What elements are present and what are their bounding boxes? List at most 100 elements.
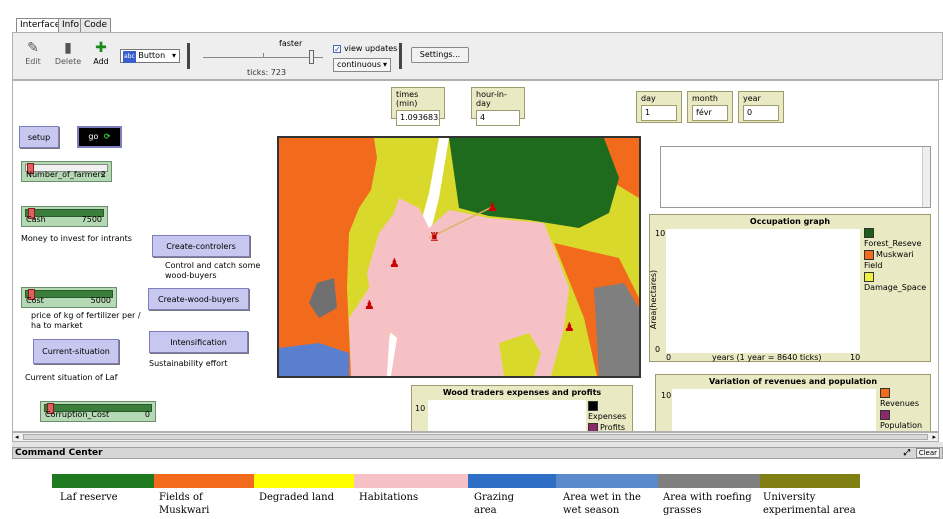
day-monitor: day 1: [636, 91, 682, 123]
legend-swatch: [880, 409, 890, 420]
horizontal-scrollbar[interactable]: ◂ ▸: [12, 432, 939, 442]
cash-slider[interactable]: Cash 7500: [21, 206, 108, 227]
slider-value: 2: [100, 170, 106, 179]
legend-item: Forest_Reseve: [864, 227, 930, 249]
wood-traders-plot: Wood traders expenses and profits 10 Exp…: [411, 385, 633, 432]
world-view[interactable]: ♜ ♟ ♟ ♟ ♟: [277, 136, 641, 378]
plot-area: [666, 229, 860, 353]
legend-swatch: [588, 400, 598, 411]
legend-label-grazing: Grazing area: [474, 492, 515, 516]
setup-button[interactable]: setup: [19, 126, 59, 148]
number-of-farmers-slider[interactable]: Number_of_farmers 2: [21, 161, 112, 182]
slider-value: 7500: [81, 215, 102, 224]
go-label: go: [88, 132, 99, 141]
delete-label: Delete: [54, 57, 82, 66]
update-mode-select[interactable]: continuous ▾: [333, 58, 391, 72]
occupation-graph: Occupation graph 10 0 Area(hectares) 0 y…: [649, 214, 931, 362]
year-monitor: year 0: [738, 91, 784, 123]
slider-label: Corruption_Cost: [45, 410, 110, 419]
legend-label: Population: [880, 421, 923, 430]
controler-agent-icon: ♜: [429, 230, 440, 244]
add-label: Add: [93, 57, 109, 66]
expand-icon[interactable]: ⤢: [904, 448, 910, 458]
slider-value: 0: [144, 410, 150, 419]
update-mode-value: continuous: [337, 60, 381, 69]
intensification-button[interactable]: Intensification: [149, 331, 248, 353]
intensification-note: Sustainability effort: [149, 359, 228, 368]
legend-item: Muskwari Field: [864, 249, 930, 271]
clear-button[interactable]: Clear: [915, 448, 940, 458]
forever-loop-icon: ⟳: [103, 132, 111, 141]
view-updates-label: view updates: [344, 44, 398, 53]
widget-type-select[interactable]: abc Button ▾: [120, 49, 180, 63]
corruption-cost-slider[interactable]: Corruption_Cost 0: [40, 401, 156, 422]
speed-mid-tick: [263, 53, 264, 58]
create-controlers-button[interactable]: Create-controlers: [152, 235, 250, 257]
monitor-value: févr: [692, 105, 728, 121]
edit-button[interactable]: ✎ Edit: [23, 39, 43, 66]
y-max-label: 10: [655, 229, 666, 238]
add-button[interactable]: ✚ Add: [91, 39, 111, 66]
scroll-right-icon[interactable]: ▸: [932, 433, 936, 441]
legend-color-university: [760, 474, 860, 488]
monitor-label: times (min): [396, 90, 419, 108]
trash-icon: ▮: [64, 40, 72, 56]
monitor-label: year: [743, 94, 761, 103]
y-axis-label: Area(hectares): [649, 269, 659, 330]
legend-color-roefing: [658, 474, 760, 488]
plot-title: Wood traders expenses and profits: [442, 388, 602, 397]
monitor-value: 0: [743, 105, 779, 121]
chevron-down-icon: ▾: [382, 60, 387, 69]
legend-label: Damage_Space: [864, 283, 927, 292]
revenue-population-plot: Variation of revenues and population 10 …: [655, 374, 931, 431]
month-monitor: month févr: [687, 91, 733, 123]
legend-label-muskwari: Fields of Muskwari: [159, 492, 210, 516]
create-wood-buyers-button[interactable]: Create-wood-buyers: [148, 288, 249, 310]
legend-label: Profits: [600, 423, 626, 432]
output-area[interactable]: [660, 146, 931, 208]
legend-item: Revenues: [880, 387, 930, 409]
plus-icon: ✚: [95, 40, 107, 56]
monitor-label: hour-in-day: [476, 90, 507, 108]
monitor-label: day: [641, 94, 656, 103]
view-updates-checkbox[interactable]: ✓: [333, 45, 341, 54]
scroll-left-icon[interactable]: ◂: [15, 433, 19, 441]
farmer-agent-icon: ♟: [389, 256, 400, 270]
monitor-value: 1.093683333: [396, 110, 440, 126]
legend-color-habitations: [354, 474, 468, 488]
current-situation-button[interactable]: Current-situation: [33, 339, 119, 364]
farmer-agent-icon: ♟: [364, 298, 375, 312]
legend-label-university: University experimental area: [763, 492, 856, 516]
legend-item: Damage_Space: [864, 271, 930, 293]
toolbar: ✎ Edit ▮ Delete ✚ Add abc Button ▾ faste…: [12, 32, 943, 80]
settings-button[interactable]: Settings...: [411, 47, 469, 63]
monitor-value: 4: [476, 110, 520, 126]
legend-color-grazing: [468, 474, 556, 488]
delete-button[interactable]: ▮ Delete: [53, 39, 83, 66]
plot-title: Occupation graph: [749, 217, 831, 226]
interface-workspace: setup go ⟳ Create-controlers Create-wood…: [12, 80, 939, 432]
world-map: [279, 138, 639, 376]
toolbar-divider: [187, 43, 190, 69]
legend-swatch: [588, 422, 598, 431]
legend-swatch: [864, 271, 874, 282]
cost-slider[interactable]: Cost 5000: [21, 287, 117, 308]
y-min-label: 0: [655, 345, 661, 354]
go-button[interactable]: go ⟳: [77, 126, 122, 148]
legend-label-degraded: Degraded land: [259, 492, 334, 503]
speed-thumb[interactable]: [309, 50, 314, 64]
scrollbar[interactable]: [922, 147, 930, 207]
speed-slider[interactable]: faster ticks: 723: [203, 35, 329, 77]
scrollbar-thumb[interactable]: [23, 434, 928, 440]
hour-in-day-monitor: hour-in-day 4: [471, 87, 525, 126]
plot-area: [672, 389, 876, 431]
x-axis-label: years (1 year = 8640 ticks): [712, 353, 822, 362]
plot-legend: Forest_Reseve Muskwari Field Damage_Spac…: [864, 227, 930, 293]
monitor-label: month: [692, 94, 718, 103]
times-monitor: times (min) 1.093683333: [391, 87, 445, 126]
legend-color-degraded: [254, 474, 354, 488]
legend-label: Expenses: [588, 412, 627, 421]
tab-code[interactable]: Code: [80, 18, 112, 33]
legend-label: Revenues: [880, 399, 920, 408]
legend-label-habitations: Habitations: [359, 492, 419, 503]
